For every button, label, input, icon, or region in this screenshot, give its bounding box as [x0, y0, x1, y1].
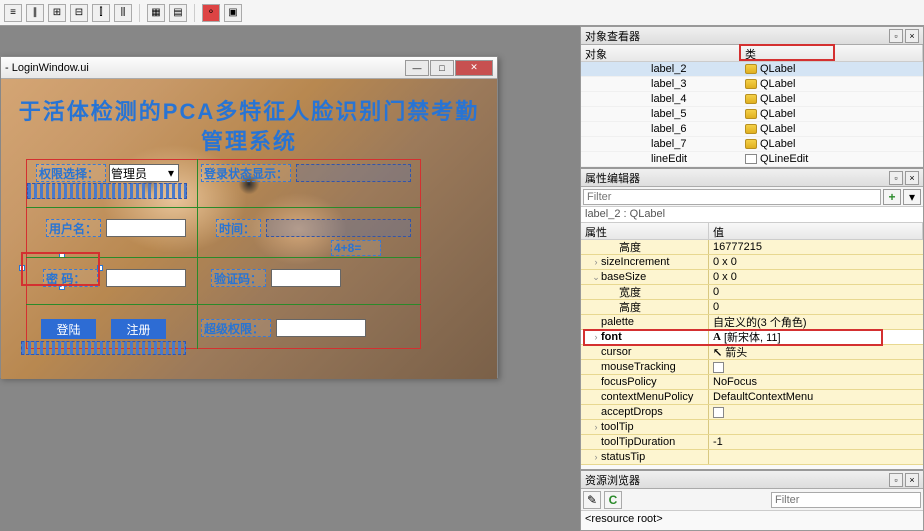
panel-undock-icon[interactable]: ▫ [889, 29, 903, 43]
resource-browser-title[interactable]: 资源浏览器 ▫× [581, 471, 923, 489]
time-label[interactable]: 时间： [216, 219, 261, 237]
prop-col-name[interactable]: 属性 [581, 223, 709, 239]
property-filter-input[interactable] [583, 189, 881, 205]
tree-body: label_2QLabellabel_3QLabellabel_4QLabell… [581, 62, 923, 167]
property-menu-icon[interactable]: ▾ [903, 189, 921, 205]
property-body: 高度16777215›sizeIncrement0 x 0⌄baseSize0 … [581, 240, 923, 465]
tree-row-label_4[interactable]: label_4QLabel [581, 92, 923, 107]
role-select-label[interactable]: 权限选择： [36, 164, 106, 182]
username-label[interactable]: 用户名： [46, 219, 101, 237]
panel-undock-icon[interactable]: ▫ [889, 473, 903, 487]
object-inspector-title[interactable]: 对象查看器 ▫× [581, 27, 923, 45]
design-canvas: - LoginWindow.ui — □ ✕ 于活体检测的PCA多特征人脸识别门… [0, 26, 580, 531]
super-label[interactable]: 超级权限： [201, 319, 271, 337]
panel-undock-icon[interactable]: ▫ [889, 171, 903, 185]
panel-close-icon[interactable]: × [905, 29, 919, 43]
password-input[interactable] [106, 269, 186, 287]
panel-close-icon[interactable]: × [905, 473, 919, 487]
resource-edit-icon[interactable]: ✎ [583, 491, 601, 509]
prop-row-cursor[interactable]: cursor↖ 箭头 [581, 345, 923, 360]
tree-col-object[interactable]: 对象 [581, 45, 741, 61]
main-toolbar: ≡ ∥ ⊞ ⊟ ⫿ ⫼ ▦ ▤ ⚬ ▣ [0, 0, 924, 26]
tree-row-lineEdit[interactable]: lineEditQLineEdit [581, 152, 923, 167]
class-header-highlight [739, 44, 835, 61]
tool-conn[interactable]: ⚬ [202, 4, 220, 22]
tool-layout-f[interactable]: ⊟ [70, 4, 88, 22]
tool-preview[interactable]: ▣ [224, 4, 242, 22]
tool-split-v[interactable]: ⫼ [114, 4, 132, 22]
tool-break[interactable]: ▦ [147, 4, 165, 22]
app-title-1: 于活体检测的PCA多特征人脸识别门禁考勤 [1, 94, 497, 126]
property-editor-panel: 属性编辑器 ▫× + ▾ label_2 : QLabel 属性 值 高度167… [580, 168, 924, 470]
add-property-icon[interactable]: + [883, 189, 901, 205]
tree-row-label_6[interactable]: label_6QLabel [581, 122, 923, 137]
prop-row-toolTipDuration[interactable]: toolTipDuration-1 [581, 435, 923, 450]
prop-row-sizeIncrement[interactable]: ›sizeIncrement0 x 0 [581, 255, 923, 270]
resource-filter-input[interactable] [771, 492, 921, 508]
captcha-label[interactable]: 4+8= [331, 240, 381, 256]
designer-form[interactable]: - LoginWindow.ui — □ ✕ 于活体检测的PCA多特征人脸识别门… [0, 56, 498, 378]
register-button[interactable]: 注册 [111, 319, 166, 339]
login-status-label[interactable]: 登录状态显示： [201, 164, 291, 182]
form-titlebar[interactable]: - LoginWindow.ui — □ ✕ [1, 57, 497, 79]
prop-row-toolTip[interactable]: ›toolTip [581, 420, 923, 435]
tool-adjust[interactable]: ▤ [169, 4, 187, 22]
form-title: - LoginWindow.ui [5, 62, 89, 74]
resource-browser-panel: 资源浏览器 ▫× ✎ C <resource root> [580, 470, 924, 531]
prop-row-statusTip[interactable]: ›statusTip [581, 450, 923, 465]
login-button[interactable]: 登陆 [41, 319, 96, 339]
tree-row-label_5[interactable]: label_5QLabel [581, 107, 923, 122]
super-input[interactable] [276, 319, 366, 337]
resource-reload-icon[interactable]: C [604, 491, 622, 509]
prop-row-宽度[interactable]: 宽度0 [581, 285, 923, 300]
verify-label[interactable]: 验证码： [211, 269, 266, 287]
prop-row-palette[interactable]: palette自定义的(3 个角色) [581, 315, 923, 330]
property-breadcrumb: label_2 : QLabel [581, 207, 923, 223]
minimize-button[interactable]: — [405, 60, 429, 76]
prop-row-高度[interactable]: 高度0 [581, 300, 923, 315]
tool-layout-h[interactable]: ≡ [4, 4, 22, 22]
app-title-2: 管理系统 [1, 124, 497, 156]
resource-root[interactable]: <resource root> [581, 511, 923, 527]
prop-row-font[interactable]: ›fontA [新宋体, 11] [581, 330, 923, 345]
tree-row-label_7[interactable]: label_7QLabel [581, 137, 923, 152]
tool-split-h[interactable]: ⫿ [92, 4, 110, 22]
verify-input[interactable] [271, 269, 341, 287]
prop-row-focusPolicy[interactable]: focusPolicyNoFocus [581, 375, 923, 390]
tool-layout-v[interactable]: ∥ [26, 4, 44, 22]
prop-row-contextMenuPolicy[interactable]: contextMenuPolicyDefaultContextMenu [581, 390, 923, 405]
prop-row-acceptDrops[interactable]: acceptDrops [581, 405, 923, 420]
maximize-button[interactable]: □ [430, 60, 454, 76]
tree-row-label_2[interactable]: label_2QLabel [581, 62, 923, 77]
prop-col-value[interactable]: 值 [709, 223, 923, 239]
prop-row-高度[interactable]: 高度16777215 [581, 240, 923, 255]
selection-highlight [21, 252, 100, 286]
prop-row-baseSize[interactable]: ⌄baseSize0 x 0 [581, 270, 923, 285]
form-body[interactable]: 于活体检测的PCA多特征人脸识别门禁考勤 管理系统 权限选择： 管理员 登录状态… [1, 79, 497, 379]
panel-close-icon[interactable]: × [905, 171, 919, 185]
prop-row-mouseTracking[interactable]: mouseTracking [581, 360, 923, 375]
close-button[interactable]: ✕ [455, 60, 493, 76]
tool-layout-g[interactable]: ⊞ [48, 4, 66, 22]
property-editor-title[interactable]: 属性编辑器 ▫× [581, 169, 923, 187]
role-combo[interactable]: 管理员 [109, 164, 179, 182]
username-input[interactable] [106, 219, 186, 237]
object-inspector-panel: 对象查看器 ▫× 对象 类 label_2QLabellabel_3QLabel… [580, 26, 924, 168]
tree-row-label_3[interactable]: label_3QLabel [581, 77, 923, 92]
